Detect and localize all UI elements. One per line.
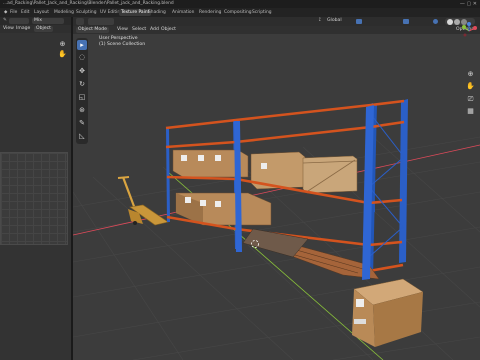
measure-icon[interactable]: ◺	[77, 131, 87, 141]
window-controls[interactable]: — ▢ ✕	[460, 1, 477, 7]
workspace-tab-compositing[interactable]: Compositing	[222, 9, 254, 16]
menu-file[interactable]: File	[8, 9, 19, 16]
3d-viewport[interactable]	[73, 17, 480, 360]
image-editor-header: ✎ Mix	[0, 17, 71, 25]
proportional-edit-icon[interactable]	[403, 19, 409, 24]
vp-menu-object[interactable]: Object	[161, 27, 176, 33]
uv-image-grid[interactable]	[0, 152, 68, 245]
menu-edit[interactable]: Edit	[19, 9, 32, 16]
viewport-tool-header: ⟟ Global	[73, 17, 480, 26]
workspace-tab-modeling[interactable]: Modeling	[52, 9, 76, 16]
tool-shelf: ▸ ◌ ✥ ↻ ◱ ⊛ ✎ ◺	[76, 38, 88, 144]
orientation-select[interactable]: Global	[327, 18, 342, 24]
snap-icon[interactable]	[356, 19, 362, 24]
brush-icon[interactable]: ✎	[3, 18, 7, 24]
menu-view[interactable]: View	[3, 26, 14, 32]
mode-select[interactable]: Object Mode	[76, 27, 109, 33]
zoom-view-icon[interactable]: ⊕	[466, 70, 475, 79]
pan-view-icon[interactable]: ✋	[466, 82, 475, 91]
cardboard-box[interactable]	[352, 278, 424, 347]
viewport-scene	[73, 99, 480, 360]
workspace-tab-layout[interactable]: Layout	[32, 9, 51, 16]
rotate-icon[interactable]: ↻	[77, 79, 87, 89]
paint-mode-dropdown[interactable]	[9, 18, 29, 24]
select-mode-buttons[interactable]	[88, 18, 114, 25]
vp-menu-add[interactable]: Add	[150, 27, 159, 33]
image-editor-menu: View Image Object	[0, 25, 71, 33]
workspace-tab-rendering[interactable]: Rendering	[197, 9, 223, 16]
blend-mode-select[interactable]: Mix	[32, 18, 64, 24]
zoom-icon[interactable]: ⊕	[58, 40, 67, 49]
viewport-menu-header: Object Mode View Select Add Object Optio…	[73, 26, 480, 34]
menu-image[interactable]: Image	[16, 26, 30, 32]
pallet-jack[interactable]	[117, 176, 169, 226]
boxes-upper[interactable]	[172, 149, 358, 194]
annotate-icon[interactable]: ✎	[77, 118, 87, 128]
grid-view-icon[interactable]: ▦	[466, 107, 475, 116]
window-title: ...ad_Racking\Pallet_Jack_and_Racking\Bl…	[3, 1, 174, 6]
menu-object[interactable]: Object	[34, 26, 53, 32]
editor-type-icon[interactable]	[76, 18, 84, 25]
vp-menu-view[interactable]: View	[117, 27, 128, 33]
hand-pan-icon[interactable]: ✋	[58, 50, 67, 59]
navigation-gizmo[interactable]	[460, 22, 478, 40]
workspace-tabs-bar: ◆ File Edit Layout Modeling Sculpting UV Ed…	[0, 8, 480, 17]
workspace-tab-scripting[interactable]: Scripting	[250, 9, 274, 16]
floor-pallet[interactable]	[242, 228, 380, 280]
scale-icon[interactable]: ◱	[77, 92, 87, 102]
transform-icon[interactable]: ⊛	[77, 105, 87, 115]
title-bar: ...ad_Racking\Pallet_Jack_and_Racking\Bl…	[0, 0, 480, 8]
camera-icon[interactable]: ⎚	[466, 95, 475, 104]
workspace-tab-animation[interactable]: Animation	[170, 9, 196, 16]
select-box-icon[interactable]: ◌	[77, 52, 87, 62]
workspace-tab-sculpting[interactable]: Sculpting	[74, 9, 99, 16]
vp-menu-select[interactable]: Select	[132, 27, 146, 33]
overlay-icon[interactable]	[433, 19, 438, 24]
collection-label: (1) Scene Collection	[99, 42, 146, 47]
shading-solid-icon[interactable]	[447, 18, 453, 25]
orientation-icon[interactable]: ⟟	[319, 18, 321, 24]
cursor-icon[interactable]: ▸	[77, 40, 87, 50]
workspace-tab-shading[interactable]: Shading	[146, 9, 168, 16]
move-icon[interactable]: ✥	[77, 66, 87, 76]
